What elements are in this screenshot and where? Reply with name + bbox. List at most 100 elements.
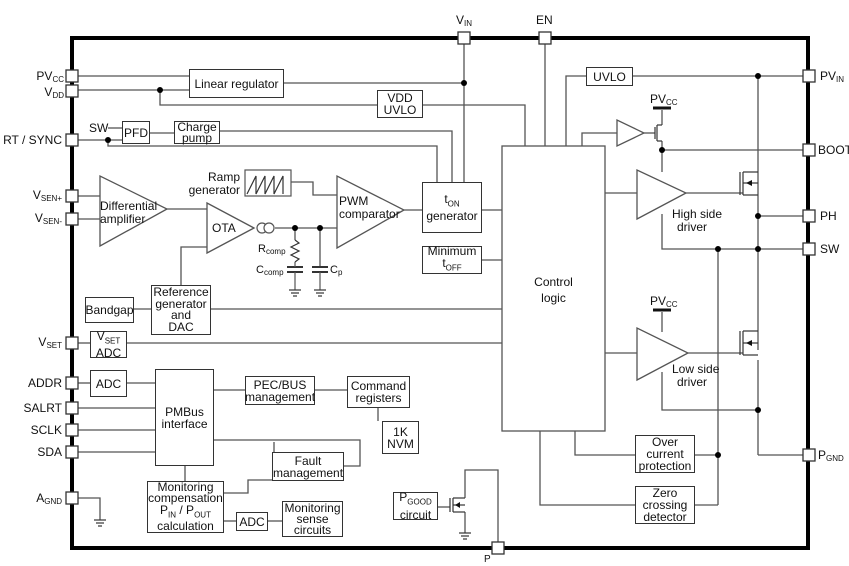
pin-vset: VSET	[10, 336, 62, 352]
label-line: generator	[188, 183, 240, 197]
p-label: / P	[176, 502, 195, 517]
pin-rt-sync: RT / SYNC	[3, 133, 62, 147]
pec-bus-management-block: PEC/BUS management	[245, 376, 315, 405]
c-sub: comp	[263, 268, 284, 277]
pin-vdd: VDD	[20, 86, 64, 102]
pin-sub: SET	[46, 341, 62, 350]
boot-buffer-triangle	[616, 118, 646, 148]
pin-label: PV	[820, 69, 837, 83]
pin-vsen-minus: VSEN-	[10, 212, 62, 228]
block-line: protection	[638, 459, 692, 473]
ton-label: tON	[444, 193, 459, 210]
block-line: PEC/BUS	[253, 377, 307, 392]
pin-salrt: SALRT	[23, 401, 62, 415]
block-line: UVLO	[383, 103, 417, 117]
toff-label: tOFF	[442, 257, 461, 274]
c-sub: p	[337, 268, 343, 277]
vset-label: VSET	[97, 330, 121, 347]
pmbus-interface-block: PMBus interface	[155, 369, 214, 466]
block-line: circuit	[399, 507, 432, 522]
block-line: calculation	[157, 518, 214, 533]
label-line: Control	[534, 275, 573, 289]
pin-sub: GND	[44, 497, 62, 506]
addr-adc-block: ADC	[90, 370, 127, 397]
vset-adc-block: VSET ADC	[90, 330, 127, 361]
block-line: ADC	[95, 346, 122, 361]
pv-label: PV	[650, 294, 667, 308]
ramp-generator-label: Ramp generator	[180, 171, 240, 197]
pv-sub: CC	[666, 98, 678, 107]
block-line: circuits	[293, 522, 332, 537]
block-line: registers	[355, 391, 402, 405]
pin-sub: IN	[464, 19, 473, 28]
pin-pgood: P	[484, 554, 491, 565]
r-sub: comp	[265, 247, 286, 256]
block-line: NVM	[387, 436, 414, 451]
uvlo-block: UVLO	[586, 67, 633, 86]
charge-pump-block: Charge pump	[174, 121, 220, 144]
pv-sub: CC	[666, 300, 678, 309]
pin-label: V	[456, 13, 465, 27]
cp-label: Cp	[330, 264, 342, 279]
pin-sw: SW	[820, 242, 840, 256]
monitoring-sense-circuits-block: Monitoring sense circuits	[282, 501, 343, 537]
block-line: 1K	[393, 424, 408, 439]
pin-pvcc: PVCC	[20, 70, 64, 86]
rcomp-label: Rcomp	[258, 243, 286, 258]
p-sub: IN	[168, 510, 177, 520]
pin-label: PV	[36, 69, 53, 83]
block-line: PMBus	[165, 404, 204, 419]
differential-amplifier-label: Differential amplifier	[100, 200, 157, 226]
t-sub: ON	[447, 199, 460, 209]
fault-management-block: Fault management	[272, 452, 344, 481]
label-line: amplifier	[100, 212, 146, 226]
r-label: R	[258, 243, 266, 255]
monitoring-compensation-block: Monitoring compensation PIN / POUT calculat…	[147, 481, 224, 533]
pin-agnd: AGND	[10, 492, 62, 508]
pv-label: PV	[650, 92, 667, 106]
pin-sub: CC	[52, 75, 64, 84]
over-current-protection-block: Over current protection	[635, 435, 695, 473]
control-logic-label: Control logic	[502, 274, 605, 306]
p-sub: GOOD	[407, 497, 432, 507]
block-line: management	[244, 389, 316, 404]
label-line: logic	[541, 291, 566, 305]
pin-sub: DD	[52, 91, 64, 100]
block-line: pump	[181, 130, 213, 145]
block-line: Minimum	[427, 244, 477, 259]
pin-ph: PH	[820, 209, 837, 223]
label-line: comparator	[339, 207, 400, 221]
pin-sub: GND	[826, 454, 844, 463]
pgood-circuit-block: PGOOD circuit	[393, 491, 438, 522]
pin-pvin: PVIN	[820, 70, 844, 86]
p-sub: OUT	[194, 510, 211, 520]
pin-pgnd: PGND	[818, 449, 844, 465]
pin-sub: SEN+	[40, 194, 62, 203]
pin-vin: VIN	[456, 14, 472, 30]
pin-sub: SEN-	[42, 217, 62, 226]
pin-sub: IN	[836, 75, 845, 84]
high-side-driver-label: High side driver	[672, 208, 722, 234]
v-sub: SET	[104, 336, 121, 346]
pin-label: V	[34, 211, 43, 225]
pin-addr: ADDR	[27, 376, 62, 390]
pin-en: EN	[536, 13, 553, 27]
linear-regulator-block: Linear regulator	[189, 69, 284, 98]
zero-crossing-detector-block: Zero crossing detector	[635, 486, 695, 524]
pin-sda: SDA	[37, 445, 62, 459]
v-label: V	[96, 328, 105, 343]
block-line: interface	[161, 416, 208, 431]
block-line: generator	[426, 209, 478, 224]
block-line: management	[272, 465, 344, 480]
pwm-comparator-label: PWM comparator	[339, 195, 400, 221]
reference-generator-dac-block: Reference generator and DAC	[151, 285, 211, 335]
pin-label: V	[32, 188, 41, 202]
pvcc-low-side-label: PVCC	[650, 295, 678, 311]
ton-generator-block: tON generator	[422, 182, 482, 233]
pin-boot: BOOT	[818, 143, 849, 157]
block-line: Fault	[294, 453, 322, 468]
sw-input-label: SW	[89, 121, 109, 135]
pgood-label: PGOOD	[399, 491, 431, 508]
minimum-toff-block: Minimum tOFF	[422, 244, 482, 274]
monitor-adc-block: ADC	[236, 512, 268, 531]
